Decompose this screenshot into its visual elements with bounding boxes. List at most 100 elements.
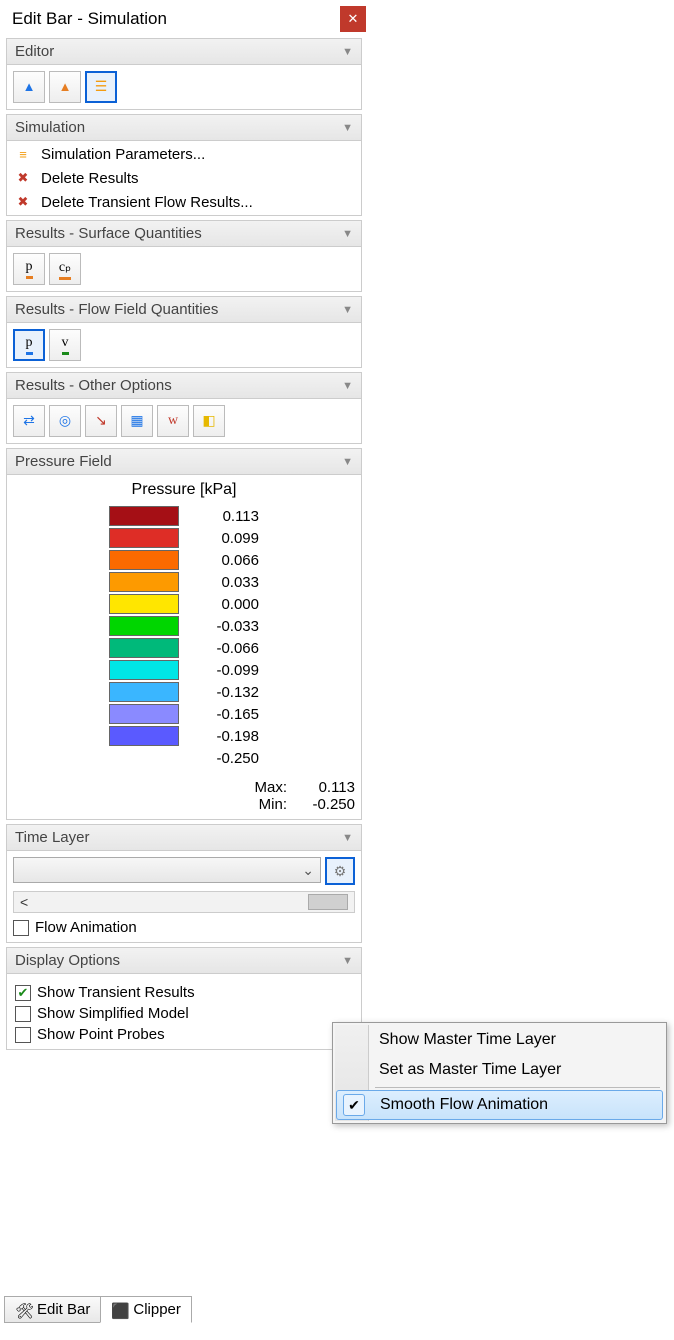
legend-swatch [109,682,179,702]
delete-icon: ✖ [13,169,33,187]
close-icon: ✕ [348,11,359,27]
delete-transient-icon: ✖ [13,193,33,211]
section-header-surface[interactable]: Results - Surface Quantities ▼ [7,221,361,247]
min-label: Min: [259,796,287,813]
cmd-simulation-parameters[interactable]: ≡ Simulation Parameters... [11,143,357,165]
p-label: p [26,259,33,279]
legend-row: -0.033 [109,615,259,637]
checkbox-icon [15,1027,31,1043]
legend-row: 0.113 [109,505,259,527]
tab-clipper[interactable]: ⬛ Clipper [100,1296,192,1323]
menu-show-master[interactable]: Show Master Time Layer [335,1025,664,1055]
legend-value: -0.165 [189,706,259,723]
arrows-icon: ⇄ [23,413,35,430]
legend-row: 0.000 [109,593,259,615]
scroll-thumb[interactable] [308,894,348,910]
legend-row: -0.066 [109,637,259,659]
max-label: Max: [254,779,287,796]
option-label: Show Transient Results [37,984,195,1001]
timelayer-dropdown[interactable]: ⌄ [13,857,321,883]
contour-icon: ◎ [59,413,71,430]
section-title: Results - Flow Field Quantities [15,301,218,318]
graph-icon: ↘ [95,413,107,430]
flow-p-button[interactable]: p [13,329,45,361]
cmd-label: Simulation Parameters... [41,146,205,163]
cp-label: cₚ [59,259,71,280]
editor-tool-1[interactable]: ▲ [13,71,45,103]
editor-tool-3[interactable]: ☰ [85,71,117,103]
cmd-delete-transient[interactable]: ✖ Delete Transient Flow Results... [11,191,357,213]
legend-row: 0.066 [109,549,259,571]
legend-swatch [109,748,179,768]
tab-edit-bar[interactable]: 🛠 Edit Bar [4,1296,101,1323]
section-title: Pressure Field [15,453,112,470]
section-pressure: Pressure Field ▼ Pressure [kPa] 0.113 0.0… [6,448,362,820]
legend-value: -0.099 [189,662,259,679]
display-option-1[interactable]: Show Simplified Model [13,1005,355,1022]
grid-icon: ▦ [130,413,143,430]
chevron-down-icon: ▼ [342,832,353,844]
menu-label: Set as Master Time Layer [379,1061,561,1078]
chevron-down-icon: ▼ [342,228,353,240]
section-header-display[interactable]: Display Options ▼ [7,948,361,974]
cmd-label: Delete Transient Flow Results... [41,194,253,211]
section-title: Time Layer [15,829,89,846]
section-header-other[interactable]: Results - Other Options ▼ [7,373,361,399]
opt-graph-button[interactable]: ↘ [85,405,117,437]
opt-grid-button[interactable]: ▦ [121,405,153,437]
flow-animation-label: Flow Animation [35,919,137,936]
bottom-tabs: 🛠 Edit Bar ⬛ Clipper [4,1296,191,1323]
opt-contour-button[interactable]: ◎ [49,405,81,437]
chevron-down-icon: ▼ [342,380,353,392]
cone-orange-icon: ▲ [59,79,72,95]
w-label: w [168,413,178,429]
menu-set-master[interactable]: Set as Master Time Layer [335,1055,664,1085]
opt-tag-button[interactable]: ◧ [193,405,225,437]
flow-v-button[interactable]: v [49,329,81,361]
section-header-timelayer[interactable]: Time Layer ▼ [7,825,361,851]
section-header-editor[interactable]: Editor ▼ [7,39,361,65]
opt-w-button[interactable]: w [157,405,189,437]
close-button[interactable]: ✕ [340,6,366,32]
scroll-left-icon: < [20,894,28,910]
p-label: p [26,335,33,355]
min-value: -0.250 [295,796,355,813]
flow-animation-checkbox[interactable]: Flow Animation [13,919,355,936]
legend-row: -0.165 [109,703,259,725]
surface-p-button[interactable]: p [13,253,45,285]
legend-swatch [109,550,179,570]
section-header-flowfield[interactable]: Results - Flow Field Quantities ▼ [7,297,361,323]
legend-row: 0.033 [109,571,259,593]
timelayer-settings-menu: Show Master Time Layer Set as Master Tim… [332,1022,667,1124]
cmd-delete-results[interactable]: ✖ Delete Results [11,167,357,189]
legend-value: 0.113 [189,508,259,525]
chevron-down-icon: ▼ [342,955,353,967]
section-header-pressure[interactable]: Pressure Field ▼ [7,449,361,475]
tag-icon: ◧ [202,413,215,430]
legend-swatch [109,704,179,724]
max-value: 0.113 [295,779,355,796]
legend-value: -0.132 [189,684,259,701]
opt-arrows-button[interactable]: ⇄ [13,405,45,437]
menu-smooth-flow[interactable]: ✔ Smooth Flow Animation [336,1090,663,1120]
chevron-down-icon: ▼ [342,456,353,468]
legend-value: 0.066 [189,552,259,569]
timelayer-settings-button[interactable]: ⚙ [325,857,355,885]
editor-tool-2[interactable]: ▲ [49,71,81,103]
chevron-down-icon: ▼ [342,122,353,134]
legend-swatch [109,638,179,658]
gear-icon: ⚙ [334,863,347,880]
legend-value: -0.066 [189,640,259,657]
cube-icon: ⬛ [111,1302,129,1318]
checkbox-icon: ✔ [15,985,31,1001]
legend-title: Pressure [kPa] [13,481,355,499]
display-option-2[interactable]: Show Point Probes [13,1026,355,1043]
section-title: Results - Surface Quantities [15,225,202,242]
legend-swatch [109,660,179,680]
display-option-0[interactable]: ✔ Show Transient Results [13,984,355,1001]
legend-swatch [109,506,179,526]
surface-cp-button[interactable]: cₚ [49,253,81,285]
checkbox-icon [13,920,29,936]
section-header-simulation[interactable]: Simulation ▼ [7,115,361,141]
timelayer-scrollbar[interactable]: < [13,891,355,913]
